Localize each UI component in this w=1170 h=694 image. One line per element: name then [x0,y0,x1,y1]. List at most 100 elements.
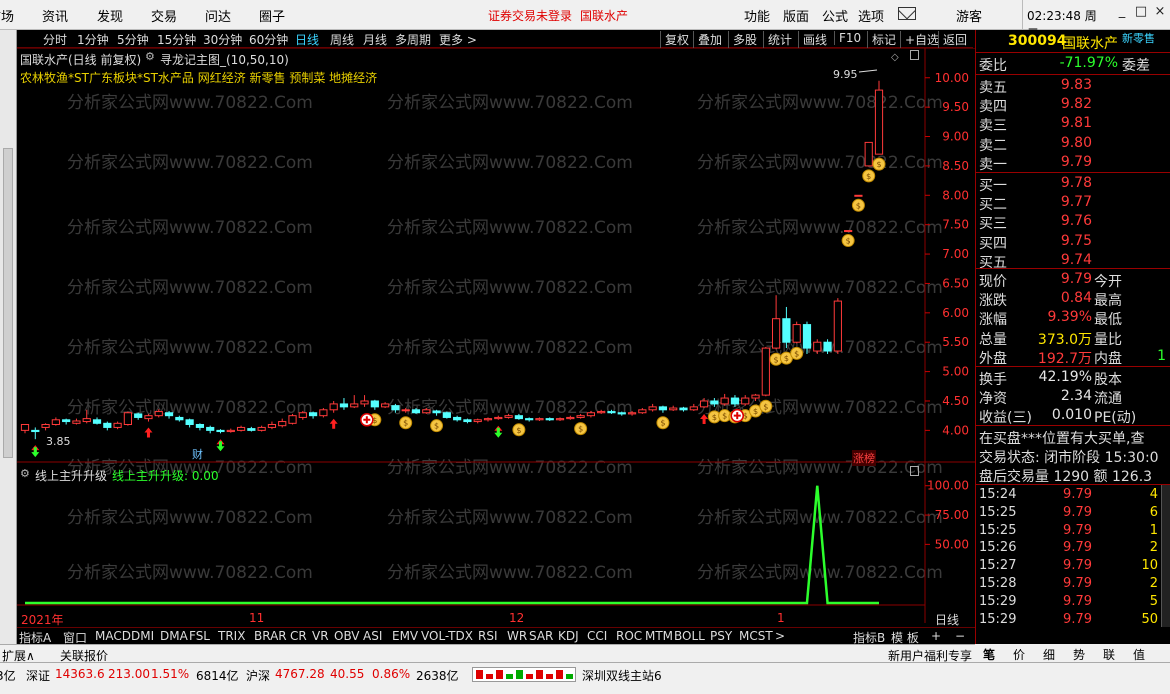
left-sidebar-scroll[interactable] [0,30,17,644]
tick-scrollbar[interactable] [1161,485,1170,627]
indicator-tab[interactable]: ROC [616,629,642,643]
indicator-tab[interactable]: CCI [587,629,607,643]
sell-level[interactable]: 卖一 9.79 [976,153,1170,173]
buy-level[interactable]: 买三 9.76 [976,212,1170,232]
period-1min[interactable]: 1分钟 [77,31,109,48]
add-watchlist-button[interactable]: +自选 [900,31,939,48]
indicator-tab[interactable]: TRIX [218,629,245,643]
indicator-tab[interactable]: KDJ [558,629,579,643]
sub-indicator-name[interactable]: 线上主升升级 [35,467,107,484]
indicator-tab[interactable]: MACD [95,629,131,643]
indicator-tab[interactable]: OBV [334,629,360,643]
period-fenshi[interactable]: 分时 [43,31,67,48]
scroll-thumb[interactable] [3,148,13,458]
indicator-tab[interactable]: PSY [710,629,732,643]
tick-row[interactable]: 15:29 9.79 5 [976,593,1170,611]
indicator-tab[interactable]: BOLL [674,629,705,643]
sz-label[interactable]: 深证 [26,667,50,684]
menu-item-circle[interactable]: 圈子 [259,6,285,25]
finance-event-marker[interactable]: 财 [192,446,203,462]
tick-row[interactable]: 15:29 9.79 50 [976,611,1170,629]
hs-label[interactable]: 沪深 [246,667,270,684]
f10-button[interactable]: F10 [834,31,861,45]
side-tab-button[interactable]: 细 [1043,646,1055,663]
buy-level[interactable]: 买二 9.77 [976,193,1170,213]
menu-item-formula[interactable]: 公式 [822,6,848,25]
tick-row[interactable]: 15:25 9.79 6 [976,504,1170,522]
period-month[interactable]: 月线 [363,31,387,48]
limit-up-badge[interactable]: 涨榜 [852,450,876,466]
period-60min[interactable]: 60分钟 [249,31,288,48]
restore-sub-pane-icon[interactable] [910,466,919,476]
side-tab-button[interactable]: 值 [1133,646,1145,663]
sell-level[interactable]: 卖四 9.82 [976,95,1170,115]
overlay-button[interactable]: 叠加 [693,31,722,48]
period-5min[interactable]: 5分钟 [117,31,149,48]
menu-item-options[interactable]: 选项 [858,6,884,25]
indicator-tab[interactable]: FSL [189,629,210,643]
indicator-tab[interactable]: EMV [392,629,418,643]
login-notice[interactable]: 证券交易未登录 [488,7,572,24]
indicator-tab[interactable]: MTM [645,629,673,643]
indicator-tab-right[interactable]: + [931,629,941,643]
chart-area[interactable]: 分析家公式网www.70822.Com 分析家公式网www.70822.Com 分析… [17,48,975,628]
back-button[interactable]: 返回 [938,31,967,48]
sell-level[interactable]: 卖二 9.80 [976,134,1170,154]
adjust-button[interactable]: 复权 [660,31,689,48]
period-multi[interactable]: 多周期 [395,31,431,48]
maximize-button[interactable]: □ [1132,4,1150,24]
sub-indicator-settings-icon[interactable]: ⚙ [20,467,30,480]
server-station[interactable]: 深圳双线主站6 [582,667,662,684]
close-button[interactable]: × [1151,4,1169,24]
indicator-tab[interactable]: WR [507,629,527,643]
scroll-notice[interactable]: 在买盘***位置有大买单,查 [979,428,1144,448]
buy-level[interactable]: 买五 9.74 [976,251,1170,271]
indicator-tab[interactable]: > [775,629,785,643]
period-30min[interactable]: 30分钟 [203,31,242,48]
menu-item-market[interactable]: 市场 [0,6,14,25]
menu-item-news[interactable]: 资讯 [42,6,68,25]
buy-level[interactable]: 买一 9.78 [976,174,1170,194]
indicator-tab[interactable]: BRAR [254,629,287,643]
period-week[interactable]: 周线 [330,31,354,48]
period-15min[interactable]: 15分钟 [157,31,196,48]
market-heat-bars[interactable] [472,667,576,682]
indicator-tab[interactable]: ASI [363,629,382,643]
statistics-button[interactable]: 统计 [763,31,792,48]
sell-level[interactable]: 卖三 9.81 [976,114,1170,134]
sell-level[interactable]: 卖五 9.83 [976,76,1170,96]
menu-item-function[interactable]: 功能 [744,6,770,25]
draw-line-button[interactable]: 画线 [798,31,827,48]
menu-item-discover[interactable]: 发现 [97,6,123,25]
indicator-tab[interactable]: MCST [739,629,773,643]
indicator-tab-right[interactable]: − [955,629,965,643]
user-guest[interactable]: 游客 [956,6,982,25]
indicator-tab[interactable]: SAR [529,629,553,643]
indicator-tab[interactable]: RSI [478,629,498,643]
side-tab-button[interactable]: 价 [1013,646,1025,663]
indicator-tab[interactable]: CR [290,629,307,643]
tick-row[interactable]: 15:24 9.79 4 [976,486,1170,504]
period-more[interactable]: 更多 > [439,31,477,48]
mark-button[interactable]: 标记 [867,31,896,48]
tick-row[interactable]: 15:28 9.79 2 [976,575,1170,593]
tick-row[interactable]: 15:27 9.79 10 [976,557,1170,575]
side-tab-button[interactable]: 笔 [983,646,995,663]
tick-row[interactable]: 15:26 9.79 2 [976,539,1170,557]
indicator-tab[interactable]: DMA [160,629,188,643]
period-day[interactable]: 日线 [295,31,319,48]
menu-item-trade[interactable]: 交易 [151,6,177,25]
indicator-tab[interactable]: VR [312,629,329,643]
menu-item-wenda[interactable]: 问达 [205,6,231,25]
minimize-button[interactable]: _ [1113,4,1131,24]
side-tab-button[interactable]: 联 [1103,646,1115,663]
indicator-tab[interactable]: VOL-TDX [421,629,473,643]
menu-item-layout[interactable]: 版面 [783,6,809,25]
indicator-tab[interactable]: DMI [131,629,154,643]
buy-level[interactable]: 买四 9.75 [976,232,1170,252]
multi-stock-button[interactable]: 多股 [728,31,757,48]
tick-row[interactable]: 15:25 9.79 1 [976,522,1170,540]
side-tab-button[interactable]: 势 [1073,646,1085,663]
mail-icon[interactable] [898,7,916,20]
stock-tag[interactable]: 新零售 [1122,30,1155,46]
